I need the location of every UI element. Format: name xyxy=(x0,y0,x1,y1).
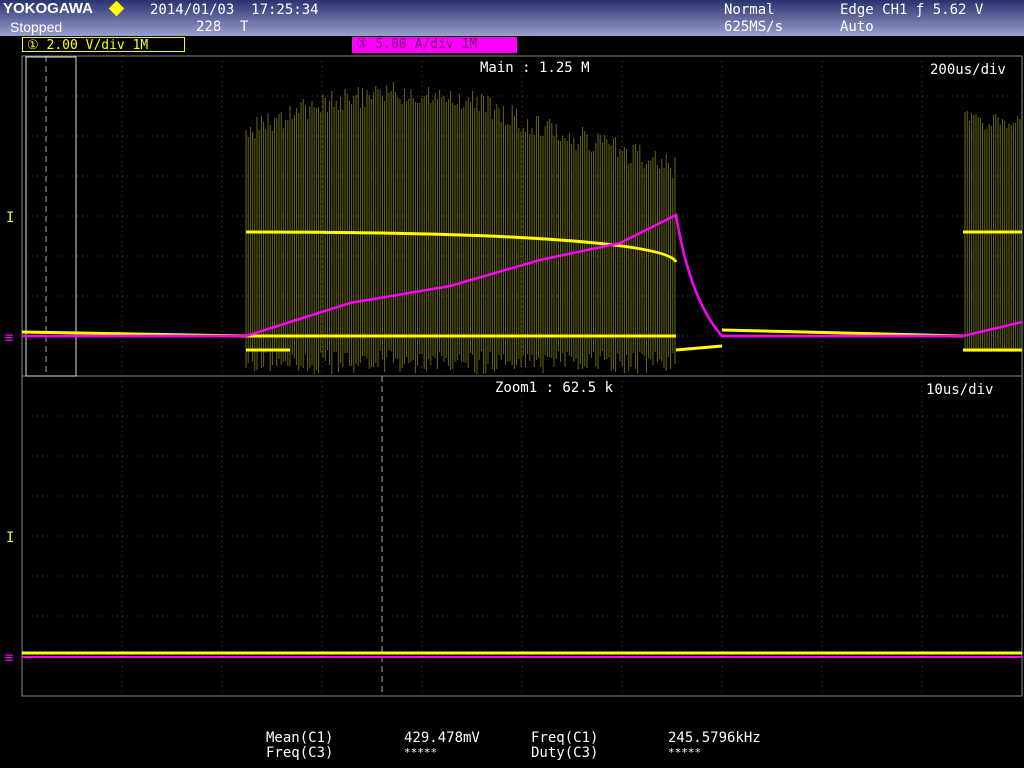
meas-value: ***** xyxy=(404,745,437,761)
meas-name: Freq(C1) xyxy=(531,730,598,746)
meas-value: ***** xyxy=(668,745,701,761)
waveform-display: I ≡ I ≡ xyxy=(0,0,1024,768)
ground-marker: ≡ xyxy=(5,330,13,346)
meas-value: 429.478mV xyxy=(404,730,480,746)
level-marker: I xyxy=(6,530,14,546)
meas-name: Duty(C3) xyxy=(531,745,598,761)
meas-name: Mean(C1) xyxy=(266,730,333,746)
zoom-window-box xyxy=(26,57,76,376)
level-marker: I xyxy=(6,210,14,226)
ch3-trace xyxy=(22,215,1022,336)
ch1-burst-trace xyxy=(246,82,1020,374)
meas-name: Freq(C3) xyxy=(266,745,333,761)
meas-value: 245.5796kHz xyxy=(668,730,761,746)
ground-marker: ≡ xyxy=(5,650,13,666)
